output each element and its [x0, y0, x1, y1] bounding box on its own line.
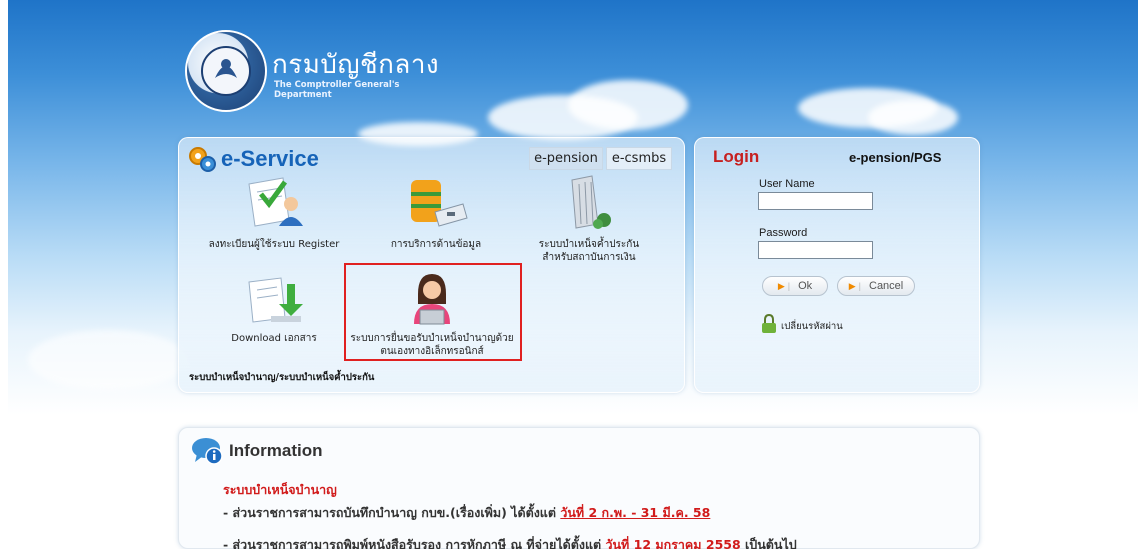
password-input[interactable]: [758, 241, 873, 259]
service-label: Download เอกสาร: [231, 333, 317, 344]
cloud: [868, 100, 958, 135]
eservice-footer: ระบบบำเหน็จบำนาญ/ระบบบำเหน็จค้ำประกัน: [189, 372, 375, 383]
info-line-2: - ส่วนราชการสามารถพิมพ์หนังสือรับรอง การ…: [223, 535, 797, 549]
site-header: กรมบัญชีกลาง The Comptroller General's D…: [185, 30, 445, 114]
login-title: Login: [713, 147, 760, 166]
info-icon: [192, 438, 223, 465]
service-register[interactable]: ลงทะเบียนผู้ใช้ระบบ Register: [199, 174, 349, 251]
info-line-tail: เป็นต้นไป: [745, 537, 797, 549]
information-body: ระบบบำเหน็จบำนาญ - ส่วนราชการสามารถบันทึ…: [223, 480, 797, 549]
tab-e-csmbs[interactable]: e-csmbs: [606, 147, 672, 170]
cancel-button[interactable]: ▶ | Cancel: [837, 276, 915, 296]
info-line-text: - ส่วนราชการสามารถพิมพ์หนังสือรับรอง การ…: [223, 537, 606, 549]
ok-label: Ok: [798, 280, 813, 292]
highlight-box: [344, 263, 522, 361]
register-icon: [239, 174, 309, 232]
login-panel: Login e-pension/PGS User Name Password ▶…: [694, 137, 980, 393]
gears-icon: [187, 145, 217, 173]
database-icon: [401, 174, 471, 232]
play-icon: ▶: [848, 280, 856, 291]
info-link-date-1[interactable]: วันที่ 2 ก.พ. - 31 มี.ค. 58: [560, 505, 710, 520]
information-title: Information: [229, 441, 323, 460]
download-icon: [239, 274, 309, 326]
info-line-1: - ส่วนราชการสามารถบันทึกบำนาญ กบข.(เรื่อ…: [223, 503, 797, 523]
login-subtitle: e-pension/PGS: [849, 150, 942, 165]
service-label: ระบบบำเหน็จค้ำประกัน สำหรับสถาบันการเงิน: [538, 239, 640, 263]
divider: |: [858, 281, 861, 291]
cloud: [568, 80, 688, 130]
site-title-thai: กรมบัญชีกลาง: [272, 50, 440, 80]
info-line-text: - ส่วนราชการสามารถบันทึกบำนาญ กบข.(เรื่อ…: [223, 505, 561, 520]
cancel-label: Cancel: [869, 280, 904, 292]
username-label: User Name: [759, 178, 815, 190]
service-guarantee[interactable]: ระบบบำเหน็จค้ำประกัน สำหรับสถาบันการเงิน: [524, 174, 654, 264]
tab-e-pension[interactable]: e-pension: [529, 147, 603, 170]
lock-icon: [762, 314, 776, 333]
change-password-label: เปลี่ยนรหัสผ่าน: [781, 321, 843, 332]
play-icon: ▶: [777, 280, 785, 291]
cloud: [28, 330, 188, 390]
service-label: ลงทะเบียนผู้ใช้ระบบ Register: [208, 239, 340, 250]
information-header: Information: [191, 436, 323, 466]
building-icon: [554, 174, 624, 232]
password-label: Password: [759, 227, 808, 239]
ok-button[interactable]: ▶ | Ok: [762, 276, 828, 296]
eservice-title: e-Service: [221, 146, 319, 171]
eservice-header: e-Service: [187, 144, 319, 174]
info-heading: ระบบบำเหน็จบำนาญ: [223, 482, 337, 497]
information-panel: Information ระบบบำเหน็จบำนาญ - ส่วนราชกา…: [178, 427, 980, 549]
site-title-english: The Comptroller General's Department: [274, 80, 400, 100]
department-seal-icon: [185, 30, 267, 112]
service-download[interactable]: Download เอกสาร: [199, 274, 349, 345]
username-input[interactable]: [758, 192, 873, 210]
divider: |: [787, 281, 791, 291]
service-label: การบริการด้านข้อมูล: [390, 239, 482, 250]
service-data[interactable]: การบริการด้านข้อมูล: [371, 174, 501, 251]
change-password-link[interactable]: เปลี่ยนรหัสผ่าน: [761, 314, 843, 334]
info-link-date-2[interactable]: วันที่ 12 มกราคม 2558: [605, 537, 745, 549]
